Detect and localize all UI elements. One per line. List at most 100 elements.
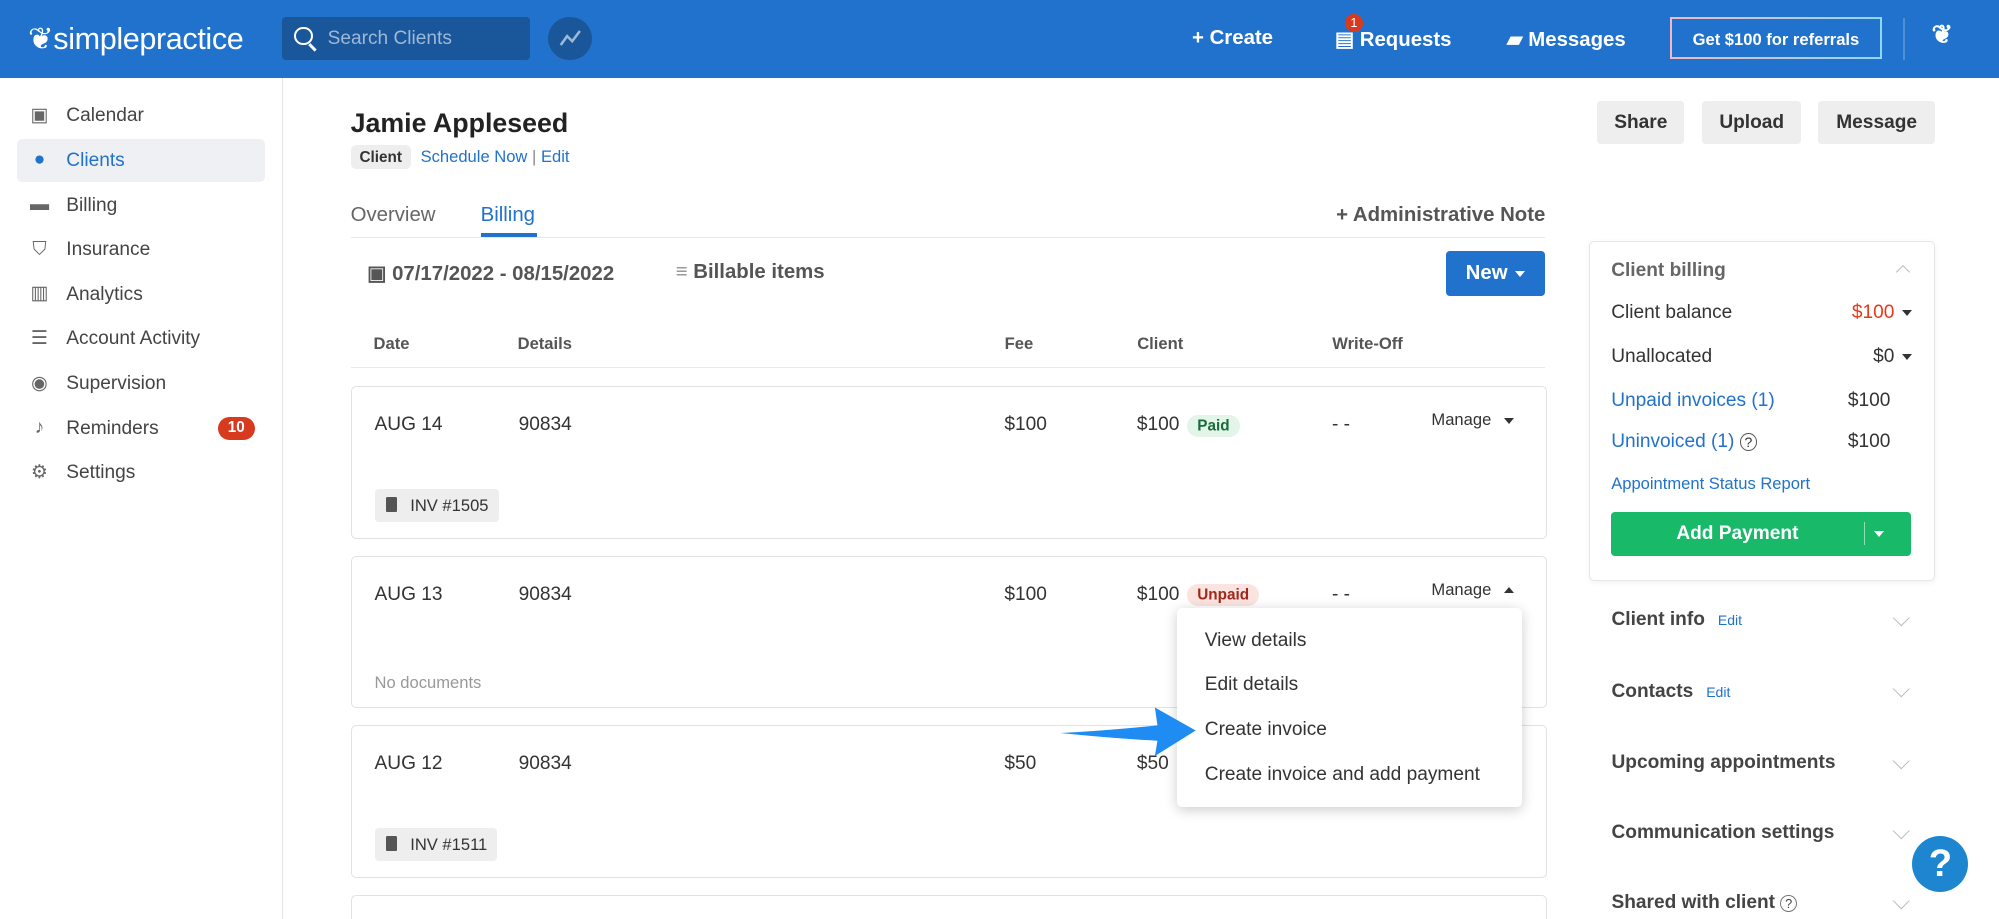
row-details: 90834: [518, 414, 572, 436]
sidebar-item-insurance[interactable]: ⛉ Insurance: [17, 228, 266, 271]
table-row: AUG 14 90834 $100 $100 Paid - - Manage IN…: [350, 386, 1548, 539]
contacts-section[interactable]: Contacts Edit: [1611, 681, 1730, 703]
sidebar-item-analytics[interactable]: ▥ Analytics: [17, 273, 266, 316]
edit-client-link[interactable]: Edit: [541, 147, 570, 166]
sidebar-item-account-activity[interactable]: ☰ Account Activity: [17, 317, 266, 360]
billable-items-filter[interactable]: ≡ Billable items: [676, 261, 825, 284]
analytics-trend-button[interactable]: [548, 16, 592, 60]
client-tag: Client: [350, 144, 411, 170]
arrow-annotation-icon: [1060, 707, 1196, 757]
menu-item-create-invoice[interactable]: Create invoice: [1205, 719, 1327, 741]
referral-button[interactable]: Get $100 for referrals: [1670, 16, 1882, 59]
header-date: Date: [373, 334, 410, 354]
unallocated-value[interactable]: $0: [1873, 346, 1913, 368]
sidebar-item-billing[interactable]: ▬ Billing: [17, 184, 266, 227]
caret-up-icon: [1504, 587, 1515, 594]
butterfly-icon[interactable]: ❦: [1931, 20, 1952, 50]
appointment-status-report-link[interactable]: Appointment Status Report: [1611, 474, 1912, 494]
trend-icon: [559, 29, 582, 46]
help-circle-icon[interactable]: ?: [1780, 895, 1798, 913]
add-payment-button[interactable]: Add Payment: [1611, 512, 1911, 556]
clipboard-icon: ▤: [1334, 28, 1355, 51]
edit-client-info-link[interactable]: Edit: [1718, 612, 1742, 628]
row-write-off: - -: [1331, 414, 1351, 436]
divider: [1903, 17, 1905, 60]
row-details: 90834: [518, 583, 572, 605]
caret-down-icon[interactable]: [1873, 531, 1884, 537]
row-fee: $100: [1004, 583, 1047, 605]
new-button[interactable]: New: [1445, 251, 1546, 296]
chevron-down-icon[interactable]: [1891, 609, 1910, 627]
users-icon: ●: [33, 149, 46, 171]
logo[interactable]: ❦simplepractice: [28, 21, 244, 57]
card-icon: ▬: [29, 194, 50, 216]
menu-item-edit-details[interactable]: Edit details: [1205, 674, 1298, 696]
row-date: AUG 13: [374, 583, 443, 605]
divider: [350, 237, 1546, 239]
search-icon: [294, 26, 313, 45]
upload-button[interactable]: Upload: [1701, 100, 1802, 145]
edit-contacts-link[interactable]: Edit: [1706, 684, 1730, 700]
client-info-section[interactable]: Client info Edit: [1611, 609, 1742, 631]
menu-item-view-details[interactable]: View details: [1205, 630, 1307, 652]
sidebar-item-calendar[interactable]: ▣ Calendar: [17, 94, 266, 137]
chevron-down-icon[interactable]: [1891, 892, 1910, 911]
date-range-filter[interactable]: ▣ 07/17/2022 - 08/15/2022: [367, 261, 614, 286]
sidebar: ▣ Calendar ● Clients ▬ Billing ⛉ Insurance ▥…: [0, 77, 283, 919]
row-details: 90834: [518, 753, 572, 775]
help-circle-icon[interactable]: ?: [1739, 432, 1758, 451]
communication-settings-section[interactable]: Communication settings: [1611, 822, 1834, 844]
row-write-off: - -: [1331, 583, 1351, 605]
messages-button[interactable]: ▰ Messages: [1507, 27, 1626, 52]
client-name: Jamie Appleseed: [350, 108, 569, 139]
message-button[interactable]: Message: [1818, 100, 1936, 145]
tab-billing[interactable]: Billing: [481, 204, 535, 227]
sidebar-item-reminders[interactable]: ♪ Reminders 10: [17, 407, 266, 450]
shield-icon: ⛉: [32, 238, 47, 260]
chevron-down-icon[interactable]: [1891, 680, 1910, 699]
uninvoiced-link[interactable]: Uninvoiced (1): [1611, 431, 1734, 452]
calendar-icon: ▣: [367, 263, 387, 286]
balance-value[interactable]: $100: [1852, 302, 1913, 324]
sidebar-item-supervision[interactable]: ◉ Supervision: [17, 362, 266, 405]
divider: [1863, 522, 1865, 546]
divider: [350, 367, 1546, 369]
status-badge: Unpaid: [1187, 584, 1260, 607]
sidebar-item-settings[interactable]: ⚙ Settings: [17, 451, 266, 494]
invoice-chip[interactable]: INV #1511: [374, 828, 498, 862]
schedule-now-link[interactable]: Schedule Now: [421, 147, 528, 166]
chevron-down-icon[interactable]: [1891, 752, 1910, 770]
row-fee: $50: [1004, 753, 1037, 775]
reminders-badge: 10: [217, 416, 255, 440]
invoice-chip[interactable]: INV #1505: [374, 489, 499, 522]
create-button[interactable]: + Create: [1192, 27, 1273, 50]
top-bar: ❦simplepractice Search Clients + Create …: [0, 0, 1999, 78]
no-documents: No documents: [374, 672, 482, 692]
help-button[interactable]: ?: [1912, 836, 1969, 893]
administrative-note-button[interactable]: + Administrative Note: [1336, 204, 1545, 227]
tab-overview[interactable]: Overview: [351, 204, 436, 227]
manage-button[interactable]: Manage: [1431, 580, 1515, 600]
chevron-down-icon[interactable]: [1891, 822, 1910, 840]
row-client: $100: [1136, 583, 1180, 605]
separator: |: [532, 146, 537, 166]
header-fee: Fee: [1004, 334, 1034, 354]
unpaid-invoices-link[interactable]: Unpaid invoices (1): [1611, 390, 1775, 411]
menu-item-create-invoice-add-payment[interactable]: Create invoice and add payment: [1205, 764, 1480, 786]
caret-down-icon: [1902, 354, 1913, 361]
share-button[interactable]: Share: [1597, 100, 1685, 145]
table-row: [350, 894, 1548, 919]
chat-icon: ▰: [1506, 28, 1523, 51]
upcoming-appointments-section[interactable]: Upcoming appointments: [1611, 752, 1835, 774]
butterfly-icon: ❦: [28, 21, 54, 56]
client-billing-title: Client billing: [1611, 259, 1726, 281]
unallocated-label: Unallocated: [1611, 346, 1713, 368]
client-billing-panel: Client billing Client balance $100 Unallo…: [1588, 240, 1935, 581]
manage-button[interactable]: Manage: [1431, 410, 1515, 430]
shared-with-client-section[interactable]: Shared with client ?: [1611, 892, 1798, 914]
sidebar-item-clients[interactable]: ● Clients: [16, 138, 266, 183]
requests-badge: 1: [1345, 14, 1363, 32]
caret-down-icon: [1902, 309, 1913, 316]
caret-down-icon: [1504, 417, 1515, 424]
search-input[interactable]: Search Clients: [281, 16, 531, 60]
